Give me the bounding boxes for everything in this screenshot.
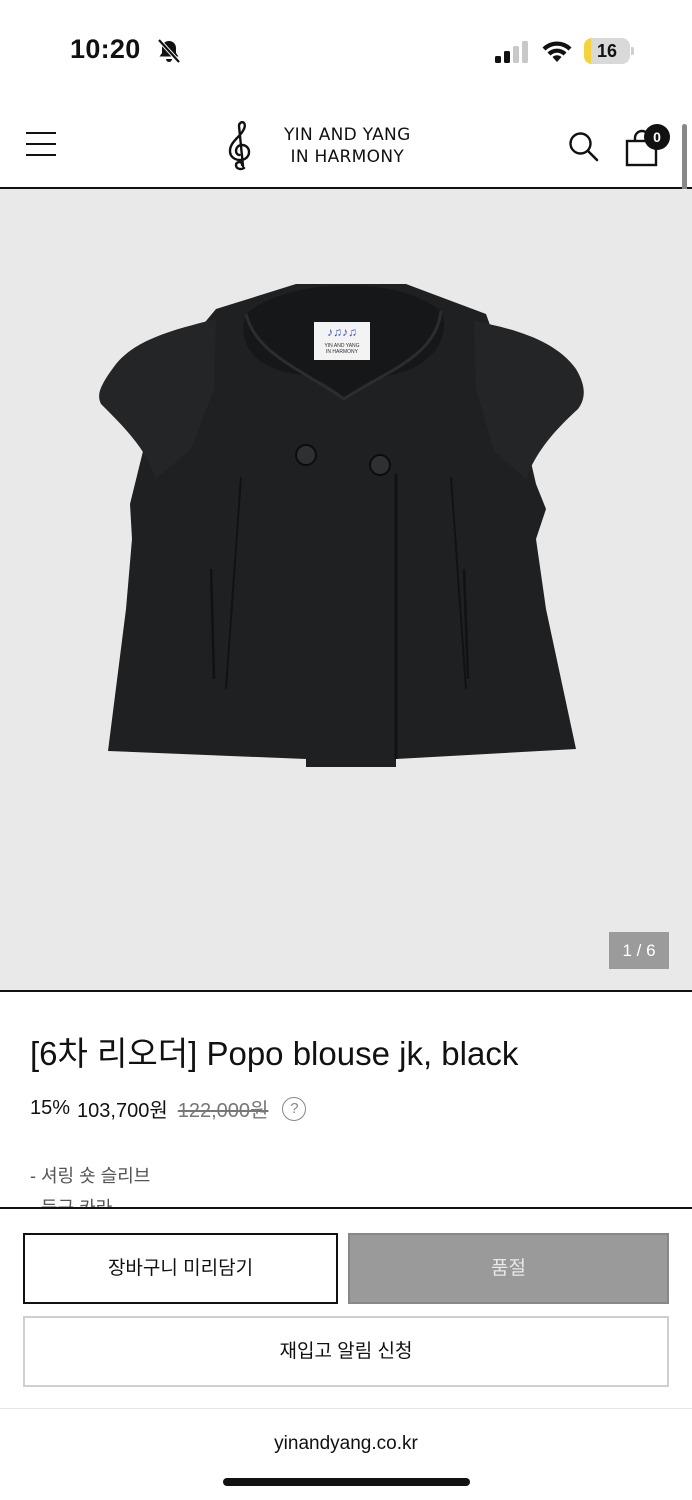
home-indicator[interactable] — [223, 1478, 470, 1486]
bell-off-icon — [157, 38, 181, 64]
price-row: 15% 103,700원 122,000원 ? — [30, 1094, 307, 1123]
battery-level: 16 — [596, 41, 618, 61]
treble-clef-icon — [228, 121, 251, 171]
sold-out-button[interactable]: 품절 — [348, 1233, 669, 1304]
svg-text:♪♫♪♫: ♪♫♪♫ — [327, 325, 357, 339]
restock-notify-button[interactable]: 재입고 알림 신청 — [23, 1316, 669, 1387]
garment-label-line-2: IN HARMONY — [326, 349, 359, 355]
original-price: 122,000원 — [177, 1100, 269, 1122]
url-text[interactable]: yinandyang.co.kr — [0, 1433, 692, 1455]
purchase-action-panel: 장바구니 미리담기 품절 재입고 알림 신청 — [0, 1207, 692, 1407]
cart-button[interactable]: 0 — [624, 122, 672, 167]
menu-icon[interactable] — [26, 132, 58, 157]
product-image-gallery[interactable]: ♪♫♪♫ YIN AND YANG IN HARMONY 1 / 6 — [0, 189, 692, 992]
cart-count-badge: 0 — [644, 124, 670, 150]
product-title: [6차 리오더] Popo blouse jk, black — [30, 1035, 519, 1072]
product-description: - 셔링 숏 슬리브 - 둥근 카라 — [30, 1160, 650, 1207]
search-icon[interactable] — [567, 130, 599, 162]
description-line: - 둥근 카라 — [30, 1192, 650, 1207]
cellular-signal-icon — [495, 41, 528, 63]
product-image: ♪♫♪♫ YIN AND YANG IN HARMONY — [99, 284, 584, 767]
sale-price: 103,700원 — [77, 1100, 168, 1122]
wifi-icon — [542, 41, 572, 62]
add-to-cart-button[interactable]: 장바구니 미리담기 — [23, 1233, 338, 1304]
discount-rate: 15% — [30, 1097, 71, 1119]
description-line: - 셔링 숏 슬리브 — [30, 1166, 151, 1186]
price-help-icon[interactable]: ? — [282, 1096, 307, 1121]
battery-icon: 16 — [584, 38, 634, 64]
site-logo[interactable]: YIN AND YANG IN HARMONY — [224, 120, 434, 172]
status-bar: 10:20 16 — [0, 0, 692, 100]
logo-line-2: IN HARMONY — [290, 147, 405, 167]
site-header: YIN AND YANG IN HARMONY 0 — [0, 100, 692, 189]
logo-text: YIN AND YANG IN HARMONY — [284, 124, 411, 168]
logo-line-1: YIN AND YANG — [284, 125, 411, 145]
browser-url-bar[interactable]: yinandyang.co.kr — [0, 1408, 692, 1500]
image-page-indicator: 1 / 6 — [609, 932, 669, 969]
status-time: 10:20 — [70, 34, 141, 64]
